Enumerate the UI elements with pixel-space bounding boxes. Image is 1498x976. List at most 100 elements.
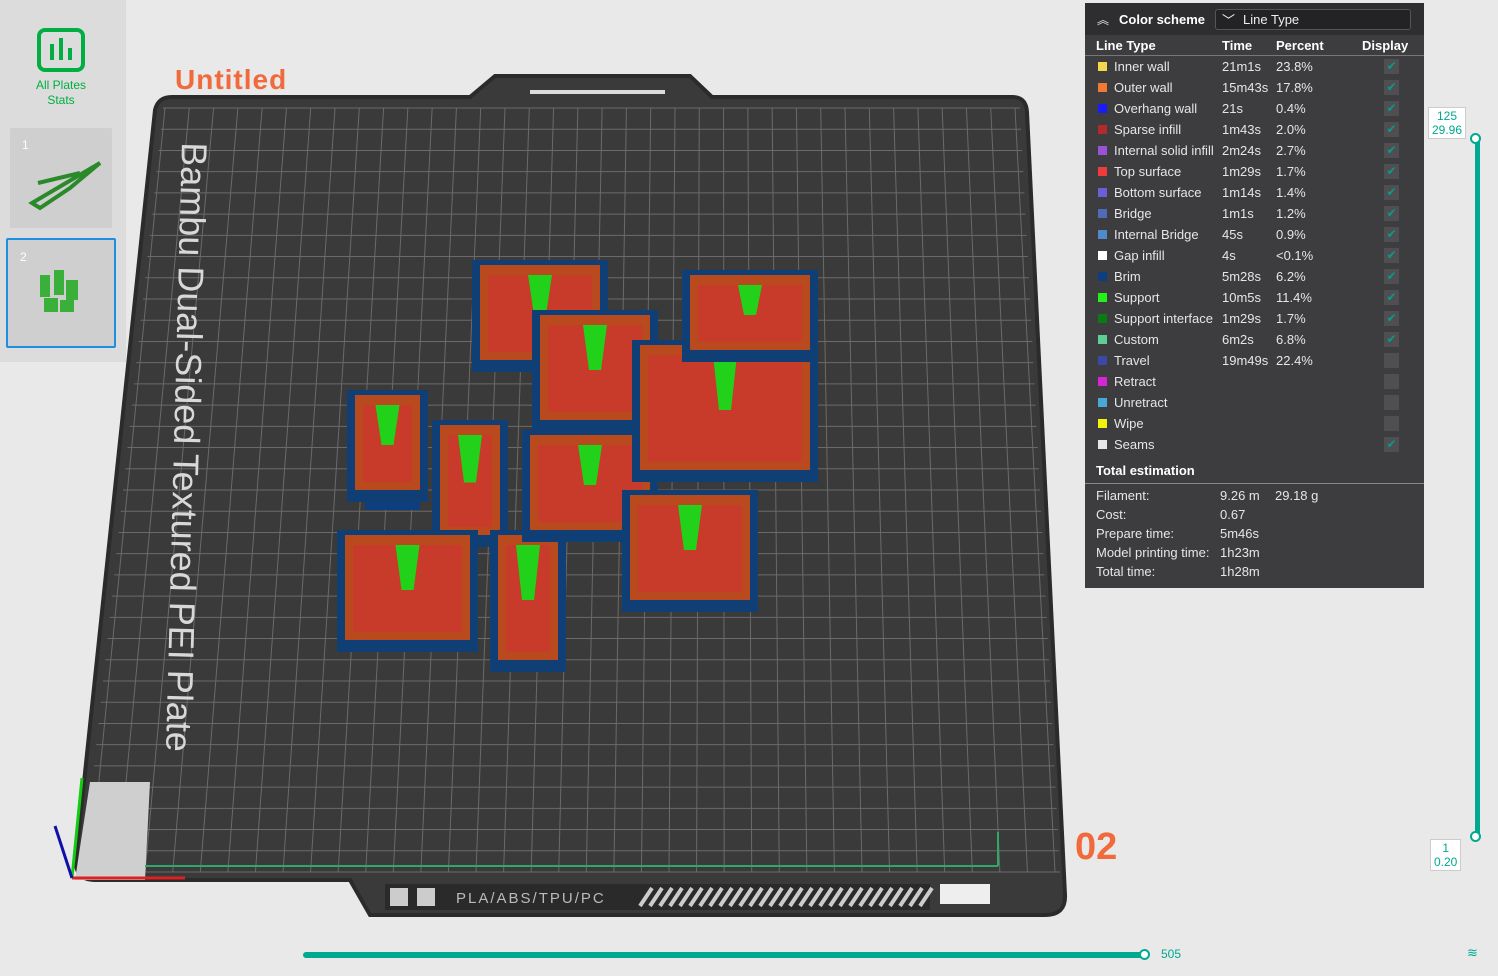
display-checkbox[interactable]: ✔ [1384, 437, 1399, 452]
display-checkbox[interactable] [1384, 416, 1399, 431]
line-type-name: Retract [1114, 374, 1156, 389]
color-swatch [1098, 440, 1107, 449]
move-slider[interactable] [303, 949, 1150, 960]
legend-row: Bottom surface 1m14s 1.4% ✔ [1085, 182, 1424, 203]
estimate-value: 9.26 m [1220, 488, 1260, 503]
line-type-name: Sparse infill [1114, 122, 1182, 137]
display-checkbox[interactable] [1384, 395, 1399, 410]
collapse-icon[interactable]: ︽ [1097, 11, 1109, 28]
display-checkbox[interactable]: ✔ [1384, 290, 1399, 305]
legend-row: Support interface 1m29s 1.7% ✔ [1085, 308, 1424, 329]
display-checkbox[interactable]: ✔ [1384, 227, 1399, 242]
estimate-value: 1h23m [1220, 545, 1260, 560]
line-type-percent: 2.0% [1276, 122, 1306, 137]
display-checkbox[interactable]: ✔ [1384, 248, 1399, 263]
layers-icon[interactable]: ≋ [1467, 945, 1478, 961]
legend-row: Inner wall 21m1s 23.8% ✔ [1085, 56, 1424, 77]
line-type-time: 21m1s [1222, 59, 1262, 74]
legend-row: Seams ✔ [1085, 434, 1424, 455]
stats-label: All Plates [35, 78, 87, 92]
line-type-percent: 1.7% [1276, 311, 1306, 326]
layer-slider-top-handle[interactable] [1470, 133, 1481, 144]
color-swatch [1098, 230, 1107, 239]
display-checkbox[interactable]: ✔ [1384, 206, 1399, 221]
move-slider-handle[interactable] [1139, 949, 1150, 960]
line-type-time: 1m29s [1222, 311, 1262, 326]
estimate-value: 5m46s [1220, 526, 1260, 541]
color-swatch [1098, 188, 1107, 197]
color-scheme-select[interactable]: ﹀ Line Type [1215, 8, 1411, 30]
display-checkbox[interactable]: ✔ [1384, 143, 1399, 158]
color-swatch [1098, 83, 1107, 92]
line-type-name: Travel [1114, 353, 1150, 368]
plate-sidebar: All Plates Stats 1 2 [0, 0, 126, 362]
estimate-value: 0.67 [1220, 507, 1246, 522]
estimate-row: Model printing time: 1h23m [1085, 543, 1424, 562]
line-type-name: Support interface [1114, 311, 1214, 326]
color-swatch [1098, 104, 1107, 113]
color-swatch [1098, 125, 1107, 134]
estimate-label: Filament: [1096, 488, 1150, 503]
legend-row: Wipe [1085, 413, 1424, 434]
line-type-name: Outer wall [1114, 80, 1173, 95]
line-type-name: Internal Bridge [1114, 227, 1199, 242]
plate-number: 2 [20, 250, 27, 264]
estimate-label: Total time: [1096, 564, 1156, 579]
legend-row: Overhang wall 21s 0.4% ✔ [1085, 98, 1424, 119]
estimate-label: Model printing time: [1096, 545, 1210, 560]
legend-row: Internal solid infill 2m24s 2.7% ✔ [1085, 140, 1424, 161]
line-type-percent: 2.7% [1276, 143, 1306, 158]
display-checkbox[interactable]: ✔ [1384, 311, 1399, 326]
layer-slider-bottom-handle[interactable] [1470, 831, 1481, 842]
header-line-type: Line Type [1096, 37, 1156, 53]
line-type-name: Bottom surface [1114, 185, 1202, 200]
legend-row: Travel 19m49s 22.4% [1085, 350, 1424, 371]
line-type-name: Seams [1114, 437, 1155, 452]
line-type-time: 1m29s [1222, 164, 1262, 179]
display-checkbox[interactable]: ✔ [1384, 122, 1399, 137]
plate-number: 1 [22, 138, 29, 152]
color-swatch [1098, 251, 1107, 260]
estimate-value-2: 29.18 g [1275, 488, 1319, 503]
line-type-time: 45s [1222, 227, 1243, 242]
color-swatch [1098, 314, 1107, 323]
legend-panel: ︽ Color scheme ﹀ Line Type Line Type Time P… [1085, 3, 1424, 588]
plate-thumbnail-2[interactable]: 2 [6, 238, 116, 348]
display-checkbox[interactable] [1384, 374, 1399, 389]
line-type-percent: 6.8% [1276, 332, 1306, 347]
legend-row: Outer wall 15m43s 17.8% ✔ [1085, 77, 1424, 98]
display-checkbox[interactable]: ✔ [1384, 101, 1399, 116]
display-checkbox[interactable]: ✔ [1384, 332, 1399, 347]
line-type-name: Internal solid infill [1114, 143, 1214, 158]
estimate-row: Prepare time: 5m46s [1085, 524, 1424, 543]
legend-row: Custom 6m2s 6.8% ✔ [1085, 329, 1424, 350]
display-checkbox[interactable]: ✔ [1384, 164, 1399, 179]
line-type-percent: 11.4% [1276, 290, 1312, 305]
display-checkbox[interactable]: ✔ [1384, 80, 1399, 95]
estimate-row: Cost: 0.67 [1085, 505, 1424, 524]
line-type-name: Top surface [1114, 164, 1182, 179]
display-checkbox[interactable]: ✔ [1384, 269, 1399, 284]
display-checkbox[interactable] [1384, 353, 1399, 368]
line-type-name: Custom [1114, 332, 1159, 347]
color-swatch [1098, 209, 1107, 218]
all-plates-stats-button[interactable]: All Plates Stats [10, 28, 112, 108]
line-type-time: 5m28s [1222, 269, 1262, 284]
color-swatch [1098, 167, 1107, 176]
color-swatch [1098, 62, 1107, 71]
line-type-name: Inner wall [1114, 59, 1170, 74]
color-scheme-value: Line Type [1243, 11, 1300, 27]
legend-row: Brim 5m28s 6.2% ✔ [1085, 266, 1424, 287]
color-swatch [1098, 146, 1107, 155]
header-display: Display [1362, 37, 1409, 53]
line-type-percent: 1.4% [1276, 185, 1306, 200]
line-type-percent: 0.4% [1276, 101, 1306, 116]
total-estimation-heading: Total estimation [1085, 455, 1424, 484]
estimate-row: Total time: 1h28m [1085, 562, 1424, 581]
display-checkbox[interactable]: ✔ [1384, 185, 1399, 200]
display-checkbox[interactable]: ✔ [1384, 59, 1399, 74]
estimate-label: Prepare time: [1096, 526, 1175, 541]
plate-thumbnail-1[interactable]: 1 [10, 128, 112, 228]
layer-slider[interactable] [1470, 133, 1481, 842]
line-type-name: Unretract [1114, 395, 1168, 410]
